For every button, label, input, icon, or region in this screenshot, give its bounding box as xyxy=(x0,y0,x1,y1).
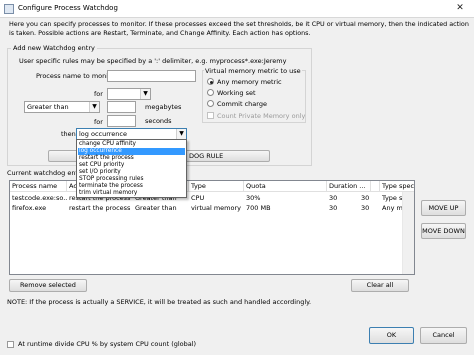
column-header-type-specific[interactable]: Type specific xyxy=(380,181,414,192)
process-name-input[interactable] xyxy=(107,70,196,82)
comparison-select[interactable]: Greater than ▼ xyxy=(24,101,100,113)
dropdown-item-terminate-process[interactable]: terminate the process xyxy=(78,183,185,190)
radio-commit-charge-label: Commit charge xyxy=(217,100,267,108)
column-header-process[interactable]: Process name xyxy=(10,181,67,192)
column-header-duration[interactable]: Duration ... xyxy=(327,181,371,192)
radio-working-set[interactable] xyxy=(207,89,214,96)
row2-comparison: Greater than xyxy=(135,204,177,212)
dropdown-item-trim-virtual-memory[interactable]: trim virtual memory xyxy=(78,190,185,197)
chevron-down-icon: ▼ xyxy=(140,89,150,99)
then-label: then xyxy=(61,130,76,138)
add-entry-group-title: Add new Watchdog entry xyxy=(11,44,97,52)
action-dropdown-list[interactable]: change CPU affinity log occurrence resta… xyxy=(76,139,187,198)
row1-quota: 30% xyxy=(246,194,261,202)
dropdown-item-restart-process[interactable]: restart the process xyxy=(78,155,185,162)
radio-commit-charge[interactable] xyxy=(207,100,214,107)
row2-action: restart the process xyxy=(69,204,131,212)
comparison-value: Greater than xyxy=(27,103,69,111)
megabytes-label: megabytes xyxy=(145,103,182,111)
title-bar: Configure Process Watchdog ✕ xyxy=(0,0,474,18)
app-icon xyxy=(4,4,14,14)
dropdown-item-set-cpu-priority[interactable]: set CPU priority xyxy=(78,162,185,169)
service-note: NOTE: If the process is actually a SERVI… xyxy=(7,298,312,306)
clear-all-button[interactable]: Clear all xyxy=(351,279,409,292)
close-icon[interactable]: ✕ xyxy=(448,1,472,16)
remove-selected-button[interactable]: Remove selected xyxy=(9,279,87,292)
move-up-button[interactable]: MOVE UP xyxy=(421,200,466,216)
chevron-down-icon: ▼ xyxy=(176,129,186,139)
row2-process[interactable]: firefox.exe xyxy=(10,204,67,213)
count-private-checkbox[interactable] xyxy=(207,112,214,119)
user-combo[interactable]: ▼ xyxy=(107,88,151,100)
for-seconds-label: for xyxy=(94,118,103,126)
radio-any-memory-label: Any memory metric xyxy=(217,78,282,86)
description-text: Here you can specify processes to monito… xyxy=(9,20,469,37)
runtime-divide-checkbox[interactable] xyxy=(7,341,14,348)
chevron-down-icon: ▼ xyxy=(89,102,99,112)
row2-type: virtual memory xyxy=(191,204,242,212)
window-title: Configure Process Watchdog xyxy=(18,4,118,12)
row1-process[interactable]: testcode.exe:so... xyxy=(10,194,67,203)
radio-working-set-label: Working set xyxy=(217,89,256,97)
column-header-type[interactable]: Type xyxy=(189,181,244,192)
row1-type-specific: Type specific xyxy=(382,194,402,202)
dropdown-item-set-io-priority[interactable]: set I/O priority xyxy=(78,169,185,176)
column-header-action-spec[interactable] xyxy=(371,181,380,192)
vm-metric-group-title: Virtual memory metric to use xyxy=(204,67,302,75)
count-private-label: Count Private Memory only xyxy=(217,112,306,120)
vertical-scrollbar[interactable] xyxy=(402,192,414,274)
row2-action-spec: 30 xyxy=(361,204,370,212)
column-header-quota[interactable]: Quota xyxy=(244,181,327,192)
add-rule-button-label: DOG RULE xyxy=(189,152,224,160)
row2-type-specific: Any memory ... xyxy=(382,204,402,212)
seconds-label: seconds xyxy=(145,117,172,125)
action-value: log occurrence xyxy=(79,130,127,138)
cancel-button[interactable]: Cancel xyxy=(420,327,467,344)
for-label: for xyxy=(94,90,103,98)
seconds-input[interactable] xyxy=(107,115,136,127)
dropdown-item-change-cpu-affinity[interactable]: change CPU affinity xyxy=(78,141,185,148)
radio-any-memory[interactable] xyxy=(207,78,214,85)
row1-type: CPU xyxy=(191,194,205,202)
process-name-label: Process name to monitor xyxy=(36,72,118,80)
dropdown-item-log-occurrence[interactable]: log occurrence xyxy=(78,148,185,155)
move-down-button[interactable]: MOVE DOWN xyxy=(421,223,466,239)
ok-button[interactable]: OK xyxy=(369,327,414,344)
runtime-divide-label: At runtime divide CPU % by system CPU co… xyxy=(18,340,197,348)
row1-action-spec: 30 xyxy=(361,194,370,202)
row2-quota: 700 MB xyxy=(246,204,271,212)
entries-list[interactable]: Process name Ac Type Quota Duration ... … xyxy=(9,180,415,275)
dropdown-item-stop-processing[interactable]: STOP processing rules xyxy=(78,176,185,183)
user-rule-hint: User specific rules may be specified by … xyxy=(19,57,287,65)
megabytes-input[interactable] xyxy=(107,101,136,113)
